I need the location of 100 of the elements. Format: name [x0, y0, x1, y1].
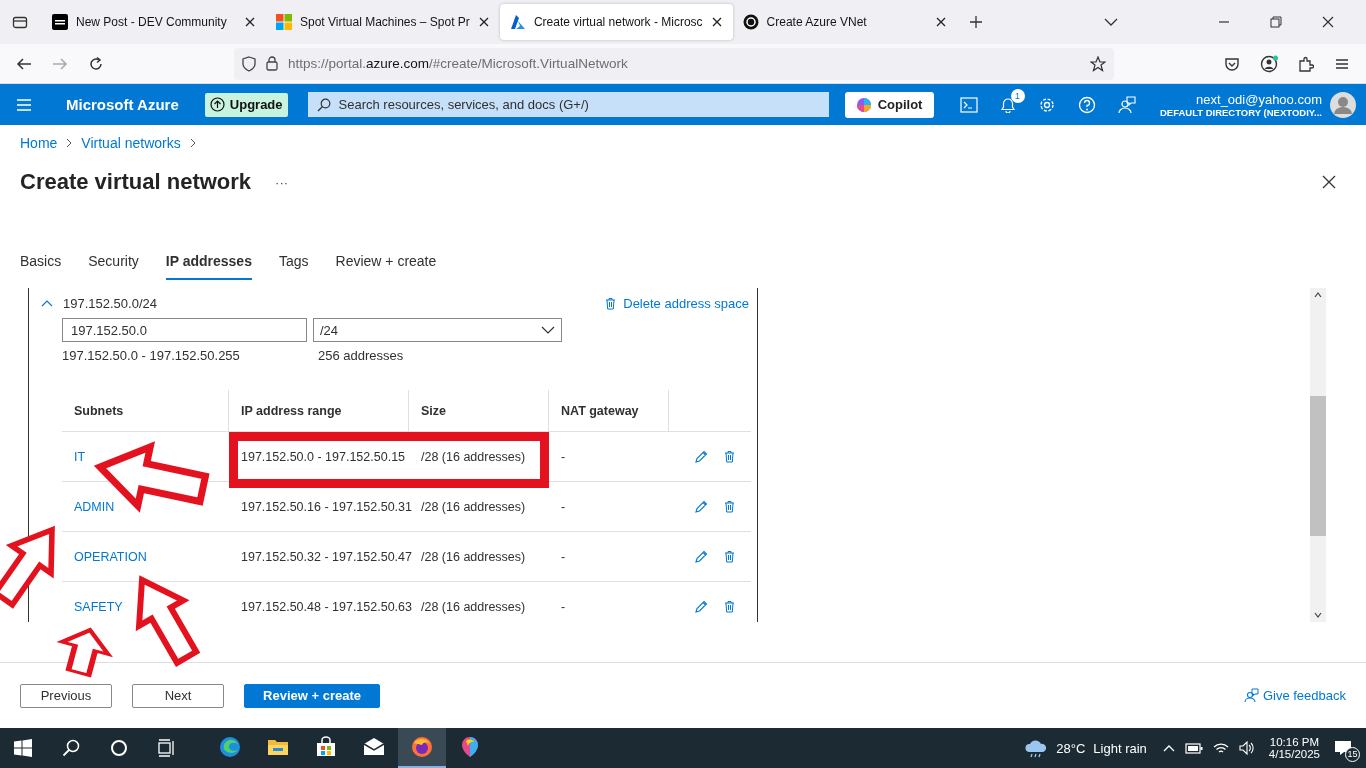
swirl-logo-icon [742, 14, 759, 30]
task-view-icon[interactable] [158, 739, 176, 757]
close-icon[interactable] [934, 16, 947, 28]
subnet-link[interactable]: ADMIN [74, 499, 115, 514]
speaker-icon[interactable] [1238, 741, 1255, 755]
account-icon[interactable] [1260, 54, 1278, 73]
search-icon[interactable] [62, 739, 80, 757]
column-header: NAT gateway [549, 390, 669, 431]
breadcrumb-link[interactable]: Home [20, 135, 58, 151]
arrow-annotation [55, 627, 114, 678]
terminal-icon[interactable] [959, 96, 978, 113]
time-text: 10:16 PM [1269, 736, 1320, 748]
close-icon[interactable] [1322, 16, 1334, 28]
pencil-icon[interactable] [694, 549, 708, 564]
browser-tab[interactable]: New Post - DEV Community [42, 4, 266, 40]
subnet-link[interactable]: IT [74, 449, 86, 464]
pencil-icon[interactable] [694, 449, 708, 464]
table-cell-text: - [560, 448, 567, 466]
copilot-button[interactable]: Copilot [844, 91, 934, 118]
wifi-icon[interactable] [1212, 741, 1229, 755]
trash-icon[interactable] [724, 450, 735, 463]
date-text: 4/15/2025 [1268, 748, 1320, 760]
bell-icon[interactable] [999, 96, 1016, 113]
envelope-icon [363, 736, 385, 758]
avatar-icon[interactable] [1330, 91, 1356, 118]
breadcrumb-link[interactable]: Virtual networks [81, 135, 181, 151]
column-header: Subnets [62, 390, 229, 431]
restore-icon[interactable] [1270, 16, 1282, 28]
form-tab[interactable]: IP addresses [165, 247, 252, 280]
table-cell-text: /28 (16 addresses) [420, 498, 527, 516]
browser-tab[interactable]: Spot Virtual Machines – Spot Pr [266, 4, 500, 40]
table-cell-text: /28 (16 addresses) [420, 548, 527, 566]
close-icon[interactable] [477, 16, 490, 28]
prefix-dropdown[interactable]: /24 [313, 318, 562, 342]
table-cell-text: 197.152.50.0 - 197.152.50.15 [240, 448, 407, 466]
circle-icon[interactable] [110, 739, 128, 757]
portal-brand[interactable]: Microsoft Azure [66, 96, 179, 113]
delete-address-space-link[interactable]: Delete address space [605, 295, 749, 311]
scroll-down-icon[interactable] [1314, 612, 1322, 618]
notification-count: 15 [1345, 747, 1360, 762]
scroll-up-icon[interactable] [1314, 292, 1322, 298]
feedback-person-icon[interactable] [1117, 95, 1136, 114]
close-icon[interactable] [710, 16, 723, 28]
form-tab[interactable]: Review + create [335, 247, 437, 280]
search-field[interactable]: Search resources, services, and docs (G+/) [307, 92, 829, 117]
clock[interactable]: 10:16 PM 4/15/2025 [1268, 736, 1320, 760]
more-options-button[interactable]: ··· [275, 174, 289, 190]
tab-title: New Post - DEV Community [76, 15, 228, 29]
windows-logo-icon[interactable] [14, 739, 32, 757]
temperature-text: 28°C [1056, 740, 1086, 756]
form-tab[interactable]: Security [88, 247, 139, 280]
form-tab[interactable]: Tags [278, 247, 309, 280]
shield-icon [242, 55, 256, 72]
column-header: IP address range [229, 390, 409, 431]
scrollbar[interactable] [1310, 288, 1326, 622]
four-squares-icon [276, 14, 292, 30]
trash-icon[interactable] [724, 550, 735, 563]
menu-icon[interactable] [16, 97, 32, 112]
notification-badge: 1 [1010, 88, 1025, 103]
close-icon[interactable] [244, 16, 256, 28]
close-icon[interactable] [1322, 175, 1336, 189]
subnet-link[interactable]: SAFETY [74, 599, 123, 614]
give-feedback-link[interactable]: Give feedback [1243, 688, 1346, 703]
browser-tab[interactable]: Create Azure VNet [732, 4, 957, 40]
tab-overview-icon[interactable] [12, 14, 28, 30]
tab-title: Create Azure VNet [766, 15, 868, 29]
chevron-down-icon [541, 326, 555, 334]
nav-button[interactable]: Previous [20, 683, 112, 708]
pencil-icon[interactable] [694, 499, 708, 514]
plus-icon[interactable] [968, 15, 983, 29]
weather-text: Light rain [1093, 740, 1147, 756]
form-tab[interactable]: Basics [20, 247, 62, 280]
cloud-rain-icon [1024, 738, 1049, 758]
account-email[interactable]: next_odi@yahoo.com [1196, 91, 1322, 107]
scrollbar-thumb[interactable] [1310, 396, 1326, 536]
pencil-icon[interactable] [694, 599, 708, 614]
back-arrow-icon[interactable] [16, 55, 32, 72]
nav-button[interactable]: Next [132, 683, 224, 708]
table-cell-text: - [560, 548, 567, 566]
battery-icon[interactable] [1184, 742, 1203, 754]
subnet-link[interactable]: OPERATION [74, 549, 147, 564]
up-arrow-circle-icon [209, 97, 225, 112]
star-icon[interactable] [1090, 55, 1106, 72]
help-icon[interactable] [1077, 95, 1096, 114]
feedback-person-icon [1243, 688, 1259, 703]
shopping-bag-icon [315, 736, 337, 758]
address-range-text: 197.152.50.0 - 197.152.50.255 [62, 348, 241, 364]
balloon-icon [459, 736, 481, 758]
browser-tab[interactable]: Create virtual network - Microsc [499, 4, 733, 40]
puzzle-icon[interactable] [1298, 55, 1314, 72]
trash-icon[interactable] [724, 500, 735, 513]
address-input-field[interactable]: 197.152.50.0 [62, 318, 307, 342]
reload-icon[interactable] [88, 55, 104, 72]
trash-icon[interactable] [724, 600, 735, 613]
azure-logo-icon [509, 14, 526, 30]
upgrade-button[interactable]: Upgrade [204, 92, 288, 117]
review-create-button[interactable]: Review + create [244, 683, 380, 708]
pocket-icon[interactable] [1224, 55, 1240, 72]
address-bar[interactable]: https://portal.azure.com/#create/Microsoft.VirtualNetwork [234, 47, 1114, 80]
weather-widget[interactable]: 28°C Light rain [1024, 738, 1147, 758]
